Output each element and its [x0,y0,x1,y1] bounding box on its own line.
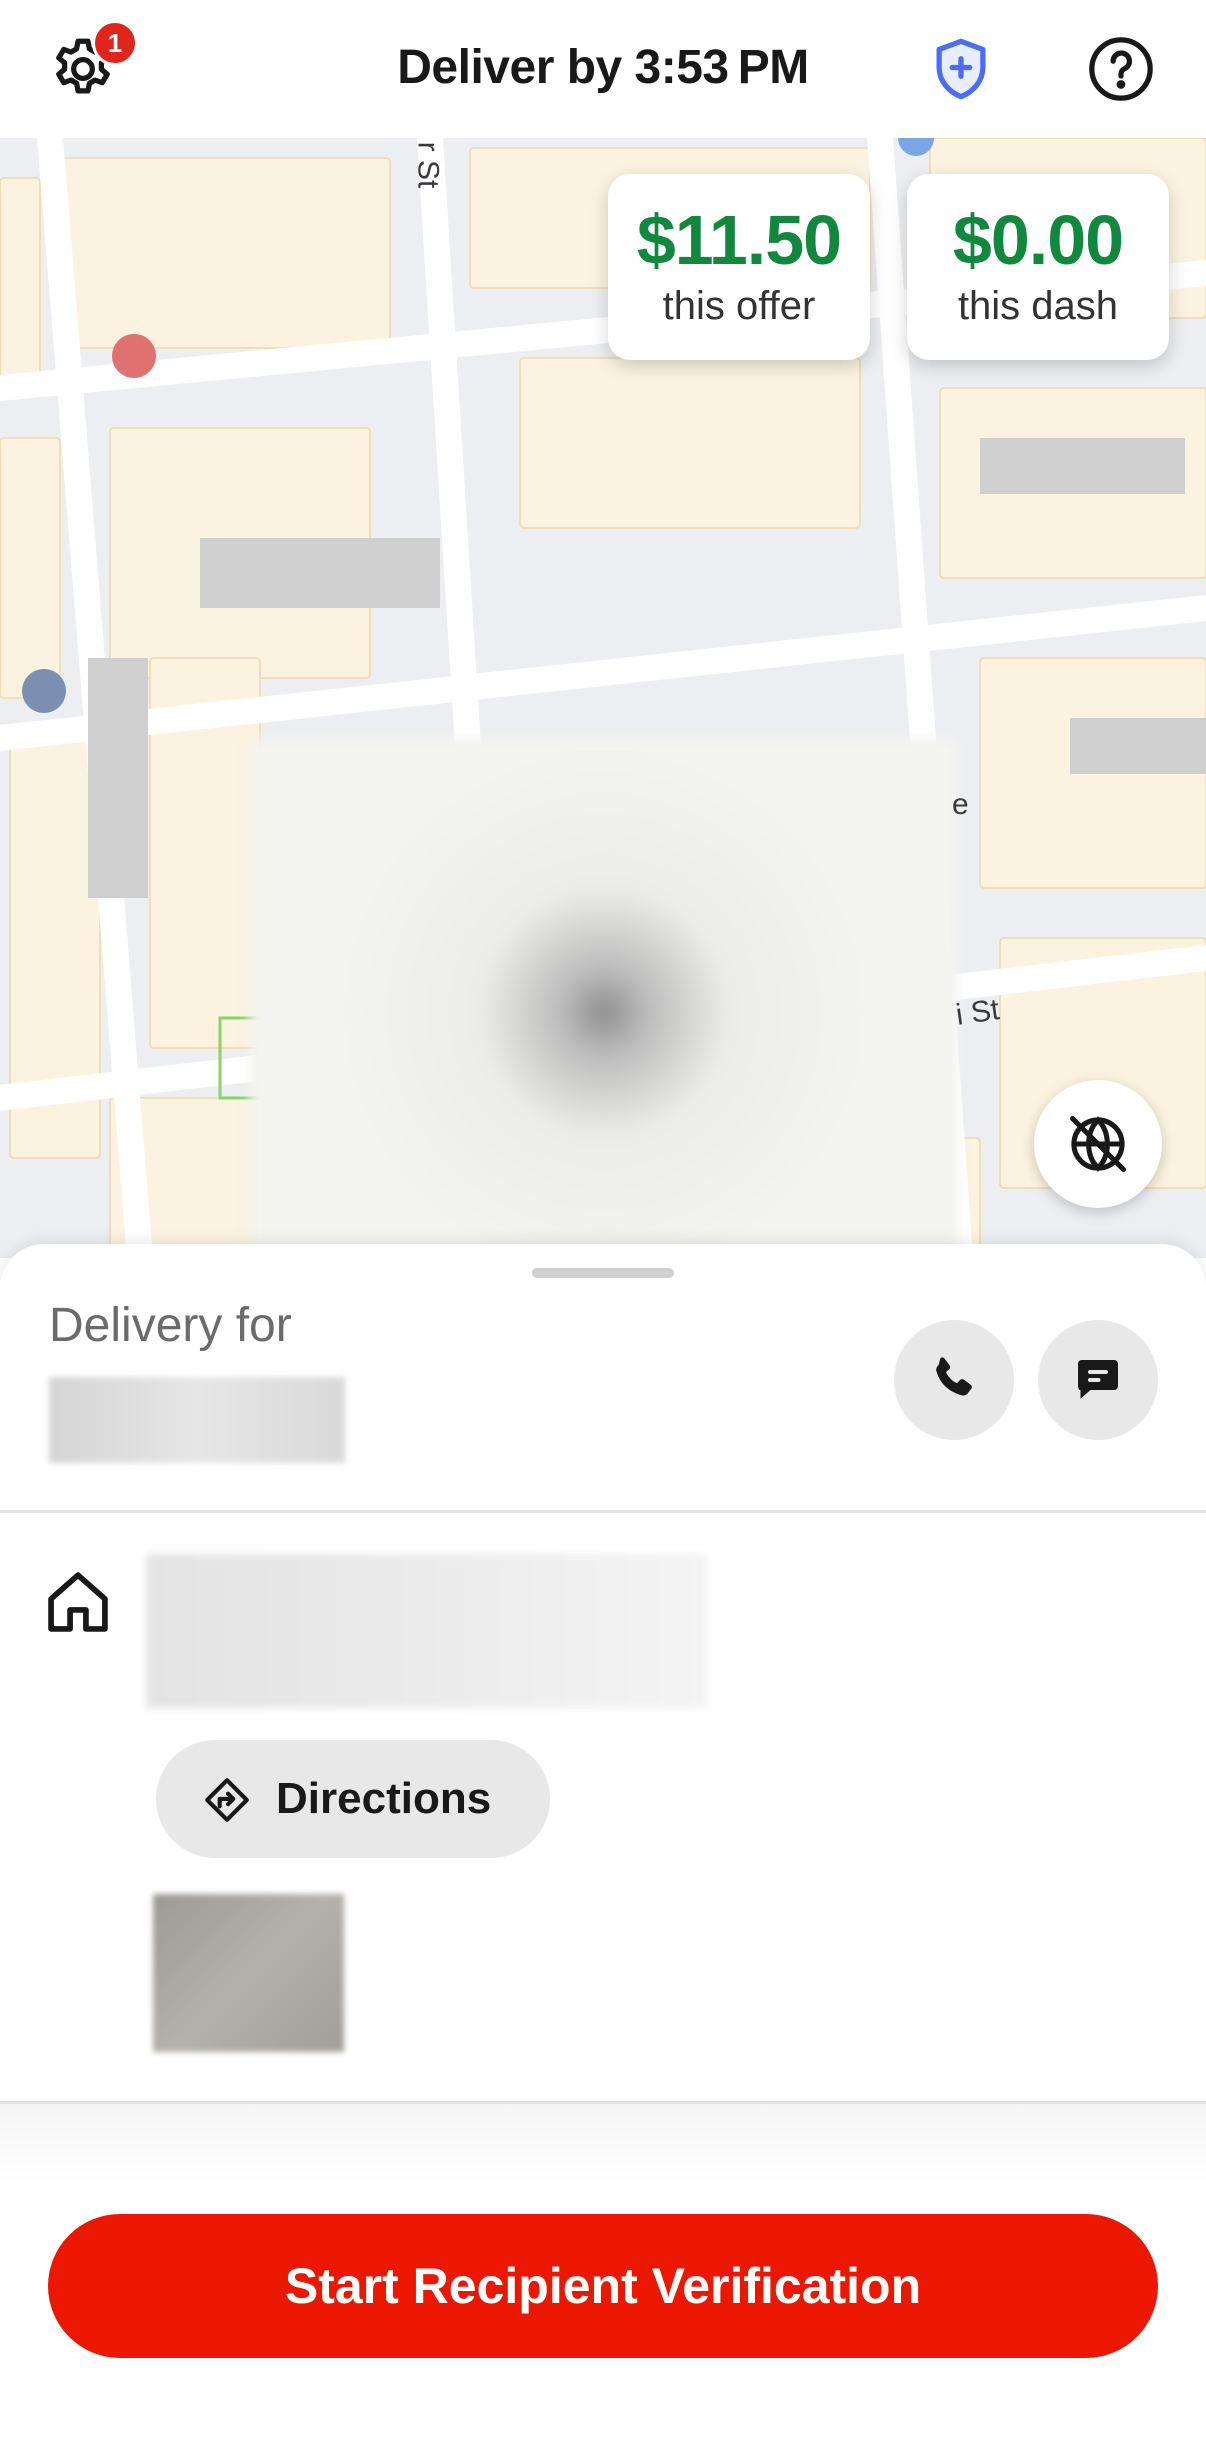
top-bar: 1 Deliver by 3:53 PM [0,0,1206,138]
phone-icon [936,1357,972,1396]
dash-label: this dash [957,284,1119,328]
safety-button[interactable] [926,34,996,104]
offer-label: this offer [662,284,816,328]
delivery-for-label: Delivery for [49,1299,292,1352]
chat-icon [1078,1360,1118,1399]
redacted-map-area [250,738,958,1258]
notification-badge: 1 [92,20,138,66]
dash-earnings-card: $0.00 this dash [907,174,1169,360]
street-label: i St [953,993,1002,1032]
redacted-address [146,1554,708,1708]
home-icon [48,1572,108,1632]
shield-plus-icon [936,38,986,100]
redacted-customer-name [49,1377,345,1463]
call-customer-button[interactable] [894,1320,1014,1440]
globe-off-icon [1069,1115,1127,1173]
redacted-photo[interactable] [153,1894,344,2052]
delivery-sheet: Delivery for Directions Start Recipient … [0,1244,1206,2458]
directions-button[interactable]: Directions [156,1740,550,1858]
help-button[interactable] [1086,34,1156,104]
offer-amount: $11.50 [636,201,842,279]
map-layer-toggle-button[interactable] [1034,1080,1162,1208]
offer-earnings-card: $11.50 this offer [608,174,870,360]
street-label: r St [411,141,445,189]
dash-amount: $0.00 [952,201,1124,279]
section-divider [0,1510,1206,1513]
help-icon [1089,37,1153,101]
message-customer-button[interactable] [1038,1320,1158,1440]
directions-icon [205,1778,249,1822]
scroll-fade [0,2104,1206,2184]
page-title: Deliver by 3:53 PM [397,41,809,94]
sheet-drag-handle[interactable] [532,1268,674,1278]
start-recipient-verification-button[interactable]: Start Recipient Verification [48,2214,1158,2358]
street-label: e [952,788,969,821]
directions-label: Directions [276,1774,492,1823]
